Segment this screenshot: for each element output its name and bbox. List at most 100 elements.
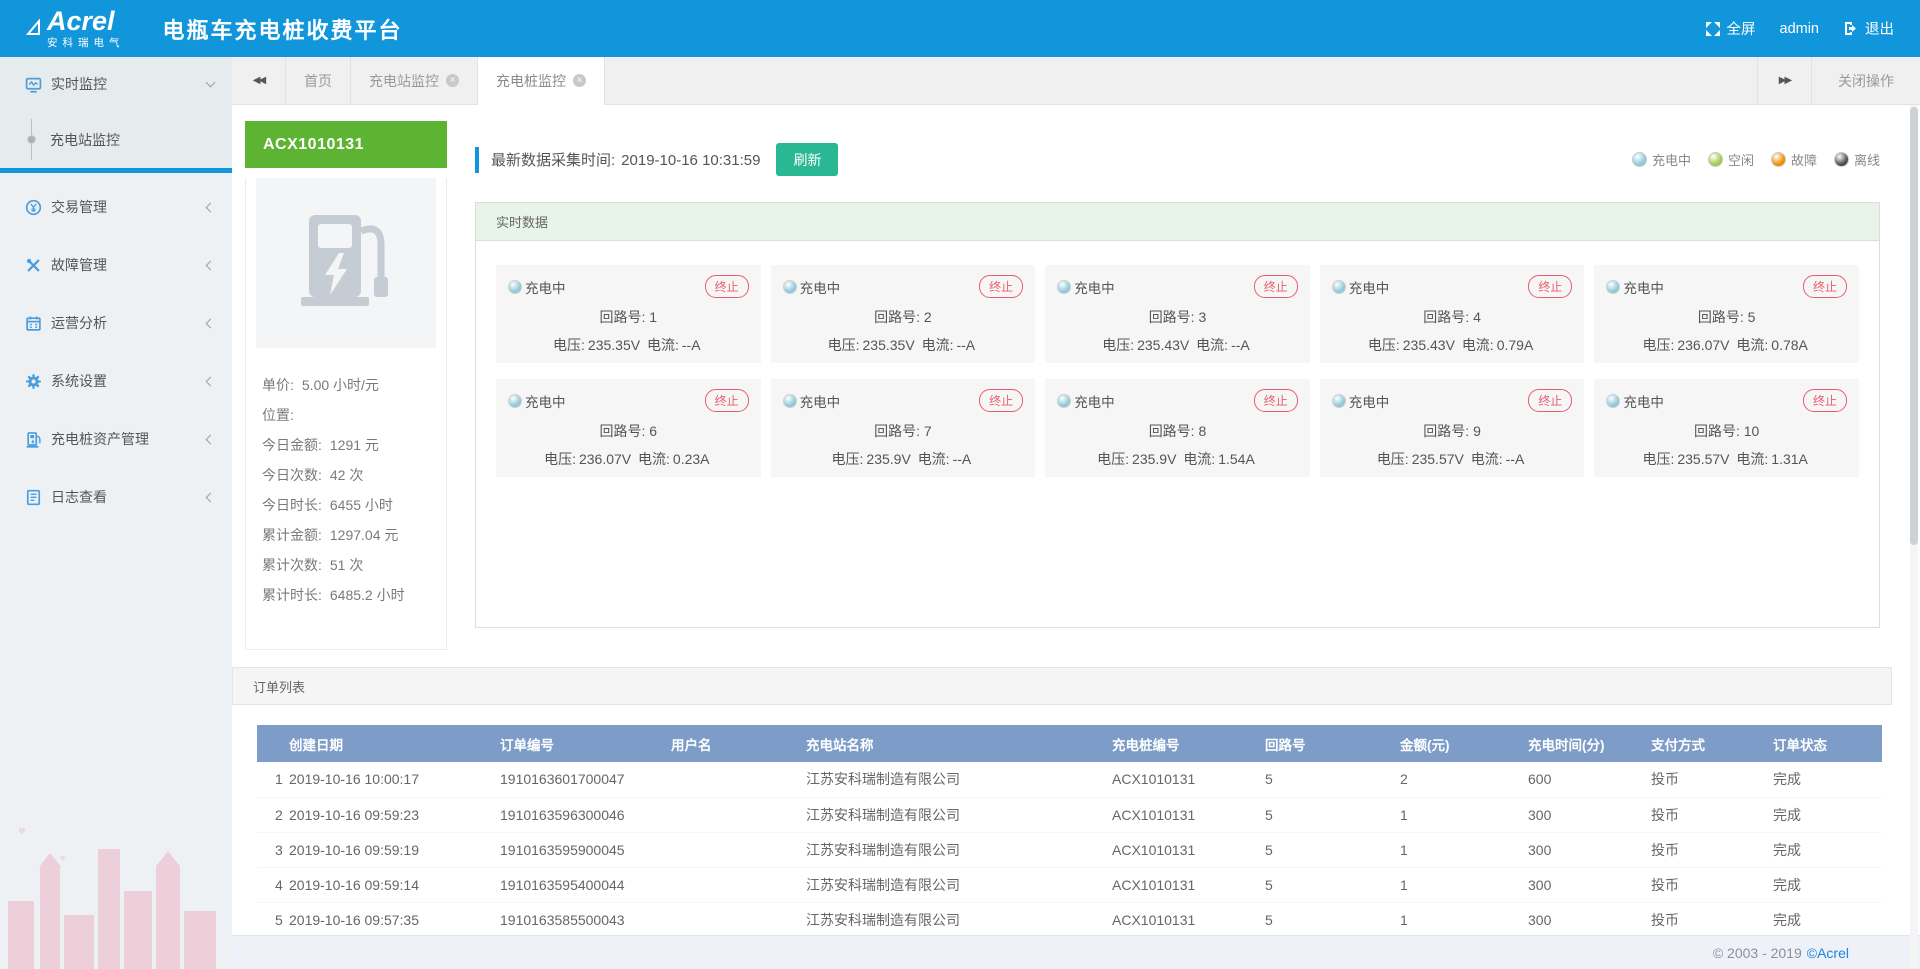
circuit-measurements: 电压:235.9V 电流:--A <box>783 449 1024 469</box>
terminate-button[interactable]: 终止 <box>1803 389 1847 412</box>
status-label: 充电中 <box>800 277 841 297</box>
terminate-button[interactable]: 终止 <box>1803 275 1847 298</box>
pile-asset-icon <box>25 431 42 448</box>
page-title: 电瓶车充电桩收费平台 <box>163 13 403 45</box>
legend-item: 故障 <box>1771 150 1817 169</box>
sidebar-item-station-monitor[interactable]: 充电站监控 <box>0 111 232 168</box>
status-label: 充电中 <box>1349 277 1390 297</box>
pile-stat-row: 位置: <box>262 400 442 430</box>
sidebar-group-label: 系统设置 <box>51 371 207 391</box>
legend-item: 空闲 <box>1708 150 1754 169</box>
chevron-left-icon <box>206 260 216 270</box>
circuit-measurements: 电压:235.43V 电流:--A <box>1057 335 1298 355</box>
terminate-button[interactable]: 终止 <box>705 275 749 298</box>
circuit-number: 回路号: 9 <box>1332 421 1573 441</box>
sidebar-group-pile-assets[interactable]: 充电桩资产管理 <box>0 410 232 468</box>
circuit-number: 回路号: 4 <box>1332 307 1573 327</box>
close-operations-menu[interactable]: 关闭操作 <box>1811 57 1920 104</box>
circuit-number: 回路号: 10 <box>1606 421 1847 441</box>
terminate-button[interactable]: 终止 <box>979 275 1023 298</box>
charging-status-icon <box>1332 280 1346 294</box>
column-header: 回路号 <box>1261 725 1396 762</box>
sidebar-group-logs[interactable]: 日志查看 <box>0 468 232 526</box>
fault-icon <box>25 257 42 274</box>
charging-status-icon <box>1606 280 1620 294</box>
timeline-dot-icon <box>25 111 38 168</box>
tab-station-monitor[interactable]: 充电站监控 <box>351 57 478 104</box>
column-header-index <box>257 725 285 762</box>
tabs-scroll-left-icon[interactable]: ◀◀ <box>232 57 286 104</box>
column-header: 订单状态 <box>1769 725 1882 762</box>
sidebar-group-settings[interactable]: 系统设置 <box>0 352 232 410</box>
charging-status-icon <box>508 394 522 408</box>
sidebar-group-label: 运营分析 <box>51 313 207 333</box>
status-ball-icon <box>1632 152 1647 167</box>
pile-stat-row: 累计时长:6485.2 小时 <box>262 580 442 610</box>
tab-home[interactable]: 首页 <box>286 57 351 104</box>
sidebar: 实时监控 充电站监控 交易管理 <box>0 57 232 969</box>
acrel-logo: Acrel 安科瑞电气 <box>26 8 125 49</box>
sidebar-group-analysis[interactable]: 运营分析 <box>0 294 232 352</box>
column-header: 创建日期 <box>285 725 496 762</box>
circuit-card: 充电中 终止 回路号: 2 电压:235.35V 电流:--A <box>771 265 1036 363</box>
footer: © 2003 - 2019 ©Acrel <box>232 935 1920 969</box>
terminate-button[interactable]: 终止 <box>1528 275 1572 298</box>
tab-pile-monitor[interactable]: 充电桩监控 <box>478 57 605 105</box>
page-scrollbar[interactable] <box>1910 105 1918 967</box>
tab-close-icon[interactable] <box>573 74 586 87</box>
chevron-down-icon <box>206 77 216 87</box>
order-row: 2 2019-10-16 09:59:23 1910163596300046 江… <box>257 797 1882 832</box>
sidebar-group-realtime-monitor[interactable]: 实时监控 <box>0 57 232 111</box>
scrollbar-thumb[interactable] <box>1910 107 1918 545</box>
fullscreen-button[interactable]: 全屏 <box>1705 18 1756 39</box>
charging-status-icon <box>783 280 797 294</box>
collect-time: 最新数据采集时间:2019-10-16 10:31:59 <box>491 149 760 170</box>
tab-close-icon[interactable] <box>446 74 459 87</box>
sidebar-group-label: 交易管理 <box>51 197 207 217</box>
sidebar-group-transactions[interactable]: 交易管理 <box>0 178 232 236</box>
order-row: 1 2019-10-16 10:00:17 1910163601700047 江… <box>257 762 1882 797</box>
status-legend: 充电中 空闲 故障 <box>1632 150 1880 169</box>
circuit-number: 回路号: 2 <box>783 307 1024 327</box>
status-ball-icon <box>1708 152 1723 167</box>
circuit-number: 回路号: 8 <box>1057 421 1298 441</box>
circuit-card: 充电中 终止 回路号: 6 电压:236.07V 电流:0.23A <box>496 379 761 477</box>
circuit-card: 充电中 终止 回路号: 10 电压:235.57V 电流:1.31A <box>1594 379 1859 477</box>
circuit-card: 充电中 终止 回路号: 3 电压:235.43V 电流:--A <box>1045 265 1310 363</box>
acrel-link[interactable]: ©Acrel <box>1807 945 1849 961</box>
tab-label: 首页 <box>304 71 332 91</box>
realtime-monitor-icon <box>25 76 42 93</box>
terminate-button[interactable]: 终止 <box>1254 389 1298 412</box>
status-label: 充电中 <box>1623 277 1664 297</box>
username[interactable]: admin <box>1780 21 1820 37</box>
column-header: 充电时间(分) <box>1524 725 1647 762</box>
pile-name: ACX1010131 <box>245 121 447 168</box>
terminate-button[interactable]: 终止 <box>979 389 1023 412</box>
sidebar-group-faults[interactable]: 故障管理 <box>0 236 232 294</box>
circuit-card: 充电中 终止 回路号: 8 电压:235.9V 电流:1.54A <box>1045 379 1310 477</box>
terminate-button[interactable]: 终止 <box>705 389 749 412</box>
tabs-scroll-right-icon[interactable]: ▶▶ <box>1757 57 1811 104</box>
charging-status-icon <box>508 280 522 294</box>
terminate-button[interactable]: 终止 <box>1254 275 1298 298</box>
column-header: 支付方式 <box>1647 725 1769 762</box>
charging-status-icon <box>1332 394 1346 408</box>
status-label: 充电中 <box>1349 391 1390 411</box>
circuit-measurements: 电压:235.57V 电流:--A <box>1332 449 1573 469</box>
sidebar-group-label: 充电桩资产管理 <box>51 429 207 449</box>
legend-item: 充电中 <box>1632 150 1691 169</box>
logout-button[interactable]: 退出 <box>1843 18 1894 39</box>
circuit-number: 回路号: 5 <box>1606 307 1847 327</box>
terminate-button[interactable]: 终止 <box>1528 389 1572 412</box>
circuit-measurements: 电压:235.35V 电流:--A <box>508 335 749 355</box>
copyright-text: © 2003 - 2019 <box>1713 945 1802 961</box>
refresh-button[interactable]: 刷新 <box>776 143 838 176</box>
charging-status-icon <box>1606 394 1620 408</box>
circuit-measurements: 电压:236.07V 电流:0.78A <box>1606 335 1847 355</box>
circuit-number: 回路号: 6 <box>508 421 749 441</box>
order-list-section: 订单列表 创建日期 <box>232 667 1892 935</box>
logo-brand: Acrel <box>47 8 125 35</box>
circuit-card: 充电中 终止 回路号: 7 电压:235.9V 电流:--A <box>771 379 1036 477</box>
status-ball-icon <box>1771 152 1786 167</box>
pile-stat-row: 今日次数:42 次 <box>262 460 442 490</box>
